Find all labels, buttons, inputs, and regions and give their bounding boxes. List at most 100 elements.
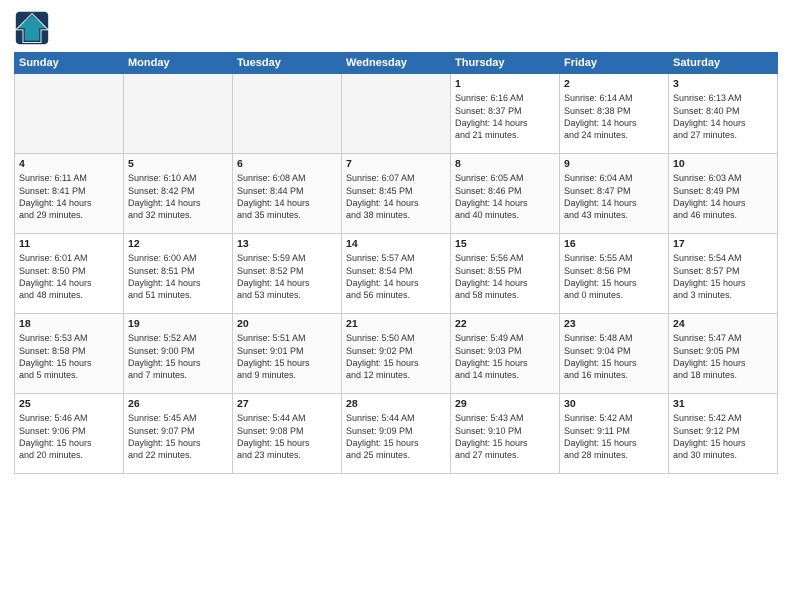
day-number: 22 xyxy=(455,317,555,331)
calendar-week-row: 25 Sunrise: 5:46 AM Sunset: 9:06 PM Dayli… xyxy=(15,394,778,474)
calendar-week-row: 1 Sunrise: 6:16 AM Sunset: 8:37 PM Daylig… xyxy=(15,74,778,154)
day-number: 9 xyxy=(564,157,664,171)
day-info: Sunrise: 5:52 AM Sunset: 9:00 PM Dayligh… xyxy=(128,333,201,380)
day-info: Sunrise: 6:01 AM Sunset: 8:50 PM Dayligh… xyxy=(19,253,92,300)
day-number: 7 xyxy=(346,157,446,171)
day-info: Sunrise: 5:47 AM Sunset: 9:05 PM Dayligh… xyxy=(673,333,746,380)
weekday-header-saturday: Saturday xyxy=(669,53,778,74)
calendar-cell: 1 Sunrise: 6:16 AM Sunset: 8:37 PM Daylig… xyxy=(451,74,560,154)
calendar-cell: 15 Sunrise: 5:56 AM Sunset: 8:55 PM Dayli… xyxy=(451,234,560,314)
day-number: 30 xyxy=(564,397,664,411)
calendar-cell: 13Sunrise: 5:59 AM Sunset: 8:52 PM Dayli… xyxy=(233,234,342,314)
day-number: 5 xyxy=(128,157,228,171)
weekday-header-monday: Monday xyxy=(124,53,233,74)
day-info: Sunrise: 5:54 AM Sunset: 8:57 PM Dayligh… xyxy=(673,253,746,300)
day-number: 31 xyxy=(673,397,773,411)
day-number: 17 xyxy=(673,237,773,251)
day-number: 20 xyxy=(237,317,337,331)
day-number: 3 xyxy=(673,77,773,91)
calendar-cell: 2Sunrise: 6:14 AM Sunset: 8:38 PM Daylig… xyxy=(560,74,669,154)
day-info: Sunrise: 6:10 AM Sunset: 8:42 PM Dayligh… xyxy=(128,173,201,220)
day-info: Sunrise: 6:13 AM Sunset: 8:40 PM Dayligh… xyxy=(673,93,746,140)
weekday-header-thursday: Thursday xyxy=(451,53,560,74)
day-number: 10 xyxy=(673,157,773,171)
weekday-header-row: SundayMondayTuesdayWednesdayThursdayFrid… xyxy=(15,53,778,74)
calendar-cell: 16 Sunrise: 5:55 AM Sunset: 8:56 PM Dayli… xyxy=(560,234,669,314)
header xyxy=(14,10,778,46)
day-number: 21 xyxy=(346,317,446,331)
calendar-cell: 25 Sunrise: 5:46 AM Sunset: 9:06 PM Dayli… xyxy=(15,394,124,474)
calendar-week-row: 4 Sunrise: 6:11 AM Sunset: 8:41 PM Daylig… xyxy=(15,154,778,234)
day-number: 25 xyxy=(19,397,119,411)
day-number: 29 xyxy=(455,397,555,411)
calendar-cell: 23Sunrise: 5:48 AM Sunset: 9:04 PM Dayli… xyxy=(560,314,669,394)
day-info: Sunrise: 5:42 AM Sunset: 9:12 PM Dayligh… xyxy=(673,413,746,460)
weekday-header-friday: Friday xyxy=(560,53,669,74)
day-number: 28 xyxy=(346,397,446,411)
calendar-cell: 22 Sunrise: 5:49 AM Sunset: 9:03 PM Dayli… xyxy=(451,314,560,394)
day-number: 2 xyxy=(564,77,664,91)
calendar-cell: 28 Sunrise: 5:44 AM Sunset: 9:09 PM Dayli… xyxy=(342,394,451,474)
calendar-cell: 24 Sunrise: 5:47 AM Sunset: 9:05 PM Dayli… xyxy=(669,314,778,394)
day-info: Sunrise: 6:08 AM Sunset: 8:44 PM Dayligh… xyxy=(237,173,310,220)
calendar-cell: 4 Sunrise: 6:11 AM Sunset: 8:41 PM Daylig… xyxy=(15,154,124,234)
day-info: Sunrise: 5:42 AM Sunset: 9:11 PM Dayligh… xyxy=(564,413,637,460)
day-info: Sunrise: 5:53 AM Sunset: 8:58 PM Dayligh… xyxy=(19,333,92,380)
day-number: 26 xyxy=(128,397,228,411)
day-info: Sunrise: 5:49 AM Sunset: 9:03 PM Dayligh… xyxy=(455,333,528,380)
day-number: 11 xyxy=(19,237,119,251)
day-number: 8 xyxy=(455,157,555,171)
day-number: 6 xyxy=(237,157,337,171)
day-info: Sunrise: 6:07 AM Sunset: 8:45 PM Dayligh… xyxy=(346,173,419,220)
day-info: Sunrise: 6:04 AM Sunset: 8:47 PM Dayligh… xyxy=(564,173,637,220)
calendar-cell: 26 Sunrise: 5:45 AM Sunset: 9:07 PM Dayli… xyxy=(124,394,233,474)
day-number: 12 xyxy=(128,237,228,251)
weekday-header-sunday: Sunday xyxy=(15,53,124,74)
calendar-cell: 29 Sunrise: 5:43 AM Sunset: 9:10 PM Dayli… xyxy=(451,394,560,474)
calendar-cell: 11 Sunrise: 6:01 AM Sunset: 8:50 PM Dayli… xyxy=(15,234,124,314)
calendar-cell: 31 Sunrise: 5:42 AM Sunset: 9:12 PM Dayli… xyxy=(669,394,778,474)
day-info: Sunrise: 6:11 AM Sunset: 8:41 PM Dayligh… xyxy=(19,173,92,220)
calendar-cell: 12 Sunrise: 6:00 AM Sunset: 8:51 PM Dayli… xyxy=(124,234,233,314)
calendar-cell: 5 Sunrise: 6:10 AM Sunset: 8:42 PM Daylig… xyxy=(124,154,233,234)
day-info: Sunrise: 5:56 AM Sunset: 8:55 PM Dayligh… xyxy=(455,253,528,300)
day-info: Sunrise: 5:50 AM Sunset: 9:02 PM Dayligh… xyxy=(346,333,419,380)
day-number: 18 xyxy=(19,317,119,331)
calendar-cell: 3 Sunrise: 6:13 AM Sunset: 8:40 PM Daylig… xyxy=(669,74,778,154)
calendar-week-row: 18 Sunrise: 5:53 AM Sunset: 8:58 PM Dayli… xyxy=(15,314,778,394)
calendar-cell xyxy=(342,74,451,154)
day-info: Sunrise: 5:51 AM Sunset: 9:01 PM Dayligh… xyxy=(237,333,310,380)
weekday-header-wednesday: Wednesday xyxy=(342,53,451,74)
day-info: Sunrise: 6:00 AM Sunset: 8:51 PM Dayligh… xyxy=(128,253,201,300)
day-number: 14 xyxy=(346,237,446,251)
day-info: Sunrise: 5:43 AM Sunset: 9:10 PM Dayligh… xyxy=(455,413,528,460)
calendar-cell: 18 Sunrise: 5:53 AM Sunset: 8:58 PM Dayli… xyxy=(15,314,124,394)
day-number: 19 xyxy=(128,317,228,331)
day-info: Sunrise: 5:44 AM Sunset: 9:09 PM Dayligh… xyxy=(346,413,419,460)
calendar-week-row: 11 Sunrise: 6:01 AM Sunset: 8:50 PM Dayli… xyxy=(15,234,778,314)
calendar-cell: 17 Sunrise: 5:54 AM Sunset: 8:57 PM Dayli… xyxy=(669,234,778,314)
day-number: 1 xyxy=(455,77,555,91)
calendar-cell: 27Sunrise: 5:44 AM Sunset: 9:08 PM Dayli… xyxy=(233,394,342,474)
calendar-cell: 21 Sunrise: 5:50 AM Sunset: 9:02 PM Dayli… xyxy=(342,314,451,394)
calendar-cell: 8Sunrise: 6:05 AM Sunset: 8:46 PM Daylig… xyxy=(451,154,560,234)
logo-area xyxy=(14,10,54,46)
day-info: Sunrise: 5:57 AM Sunset: 8:54 PM Dayligh… xyxy=(346,253,419,300)
calendar-cell: 19 Sunrise: 5:52 AM Sunset: 9:00 PM Dayli… xyxy=(124,314,233,394)
day-info: Sunrise: 5:46 AM Sunset: 9:06 PM Dayligh… xyxy=(19,413,92,460)
calendar-cell: 14 Sunrise: 5:57 AM Sunset: 8:54 PM Dayli… xyxy=(342,234,451,314)
calendar-cell xyxy=(233,74,342,154)
day-info: Sunrise: 5:44 AM Sunset: 9:08 PM Dayligh… xyxy=(237,413,310,460)
calendar-cell: 9 Sunrise: 6:04 AM Sunset: 8:47 PM Daylig… xyxy=(560,154,669,234)
day-number: 4 xyxy=(19,157,119,171)
calendar-cell: 7 Sunrise: 6:07 AM Sunset: 8:45 PM Daylig… xyxy=(342,154,451,234)
day-number: 24 xyxy=(673,317,773,331)
day-info: Sunrise: 5:45 AM Sunset: 9:07 PM Dayligh… xyxy=(128,413,201,460)
calendar-page: SundayMondayTuesdayWednesdayThursdayFrid… xyxy=(0,0,792,612)
day-info: Sunrise: 5:55 AM Sunset: 8:56 PM Dayligh… xyxy=(564,253,637,300)
day-number: 15 xyxy=(455,237,555,251)
day-info: Sunrise: 6:16 AM Sunset: 8:37 PM Dayligh… xyxy=(455,93,528,140)
day-number: 16 xyxy=(564,237,664,251)
day-info: Sunrise: 6:03 AM Sunset: 8:49 PM Dayligh… xyxy=(673,173,746,220)
calendar-cell xyxy=(15,74,124,154)
